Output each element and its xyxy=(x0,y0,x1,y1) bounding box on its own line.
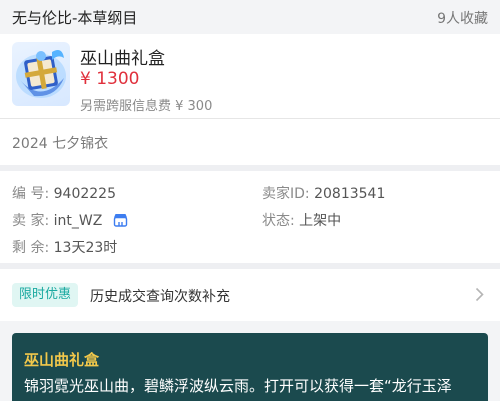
promo-badge: 限时优惠 xyxy=(12,283,79,307)
outfit-section: 2024 七夕锦衣 xyxy=(0,119,500,165)
outfit-label: 2024 七夕锦衣 xyxy=(12,136,109,152)
server-title: 无与伦比-本草纲目 xyxy=(12,9,138,27)
id-row: 编 号: 9402225 xyxy=(12,183,116,203)
id-label: 编 号: xyxy=(12,186,50,202)
top-header: 无与伦比-本草纲目 9人收藏 xyxy=(0,0,500,34)
promo-row[interactable]: 限时优惠 历史成交查询次数补充 xyxy=(0,269,500,321)
seller-id-value: 20813541 xyxy=(314,186,386,202)
item-card[interactable]: 巫山曲礼盒 ¥ 1300 另需跨服信息费 ¥ 300 xyxy=(0,34,500,118)
promo-text: 历史成交查询次数补充 xyxy=(90,289,230,305)
remaining-value: 13天23时 xyxy=(53,240,118,256)
item-name: 巫山曲礼盒 xyxy=(80,49,165,69)
status-label: 状态: xyxy=(262,213,295,229)
gift-box-icon xyxy=(12,42,70,106)
item-price: ¥ 1300 xyxy=(80,69,140,89)
status-value: 上架中 xyxy=(299,213,342,229)
chevron-right-icon xyxy=(475,287,484,306)
seller-label: 卖 家: xyxy=(12,213,50,229)
info-section: 编 号: 9402225 卖家ID: 20813541 卖 家: int_WZ … xyxy=(0,171,500,263)
seller-value[interactable]: int_WZ xyxy=(54,213,103,229)
shop-icon[interactable] xyxy=(113,213,128,231)
description-panel: 巫山曲礼盒 锦羽霓光巫山曲，碧鳞浮波纵云雨。打开可以获得一套“龙行玉泽 xyxy=(12,333,488,401)
remaining-label: 剩 余: xyxy=(12,240,50,256)
status-row: 状态: 上架中 xyxy=(262,210,341,230)
seller-row: 卖 家: int_WZ xyxy=(12,210,128,231)
seller-id-row: 卖家ID: 20813541 xyxy=(262,183,385,203)
cross-server-fee: 另需跨服信息费 ¥ 300 xyxy=(80,99,213,114)
seller-id-label: 卖家ID: xyxy=(262,186,310,202)
description-title: 巫山曲礼盒 xyxy=(24,351,100,369)
description-body: 锦羽霓光巫山曲，碧鳞浮波纵云雨。打开可以获得一套“龙行玉泽 xyxy=(24,377,452,395)
remaining-row: 剩 余: 13天23时 xyxy=(12,237,117,257)
favorites-count[interactable]: 9人收藏 xyxy=(437,8,488,28)
id-value: 9402225 xyxy=(53,186,116,202)
section-gap xyxy=(0,321,500,333)
